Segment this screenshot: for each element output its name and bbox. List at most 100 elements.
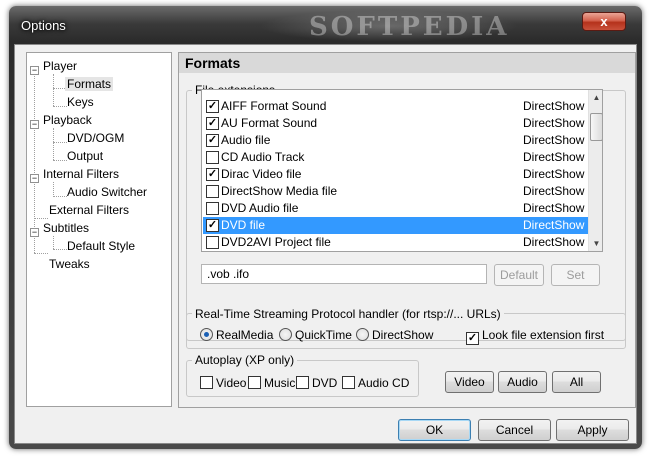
tree-connector bbox=[53, 236, 54, 249]
file-type-name: DVD2AVI Project file bbox=[221, 235, 331, 249]
tree-item-subtitles[interactable]: Subtitles bbox=[43, 220, 89, 237]
file-type-handler: DirectShow bbox=[523, 99, 585, 113]
tree-item-playback[interactable]: Playback bbox=[43, 112, 92, 129]
file-type-name: DVD Audio file bbox=[221, 201, 299, 215]
checkmark-icon[interactable]: ✓ bbox=[206, 117, 219, 130]
file-type-handler: DirectShow bbox=[523, 218, 585, 232]
file-type-handler: DirectShow bbox=[523, 184, 585, 198]
watermark: SOFTPEDIA bbox=[309, 12, 510, 42]
title-bar[interactable]: SOFTPEDIA Options x bbox=[9, 6, 642, 44]
tree-item-audio-switcher[interactable]: Audio Switcher bbox=[67, 184, 147, 201]
checkmark-icon: ✓ bbox=[466, 332, 479, 345]
file-type-handler: DirectShow bbox=[523, 167, 585, 181]
tree-item-default-style[interactable]: Default Style bbox=[67, 238, 135, 255]
file-type-handler: DirectShow bbox=[523, 235, 585, 249]
apply-button[interactable]: Apply bbox=[556, 419, 629, 441]
scroll-up-icon[interactable]: ▲ bbox=[589, 90, 602, 105]
checkbox-icon[interactable] bbox=[206, 151, 219, 164]
extensions-input[interactable]: .vob .ifo bbox=[201, 264, 487, 284]
checkbox-icon[interactable] bbox=[206, 185, 219, 198]
list-item[interactable]: DVD Audio file DirectShow bbox=[203, 200, 588, 217]
collapse-icon[interactable]: − bbox=[30, 66, 39, 75]
close-icon: x bbox=[600, 14, 608, 29]
cancel-button[interactable]: Cancel bbox=[478, 419, 551, 441]
autoplay-audiocd-checkbox[interactable]: Audio CD bbox=[342, 376, 409, 390]
set-button[interactable]: Set bbox=[551, 264, 600, 286]
ok-button[interactable]: OK bbox=[398, 419, 471, 441]
default-button[interactable]: Default bbox=[494, 264, 544, 286]
tree-item-output[interactable]: Output bbox=[67, 148, 103, 165]
collapse-icon[interactable]: − bbox=[30, 174, 39, 183]
list-item[interactable]: ✓ DVD file DirectShow bbox=[203, 217, 588, 234]
collapse-icon[interactable]: − bbox=[30, 228, 39, 237]
autoplay-dvd-checkbox[interactable]: DVD bbox=[296, 376, 337, 390]
tree-item-keys[interactable]: Keys bbox=[67, 94, 94, 111]
radio-realmedia[interactable]: RealMedia bbox=[200, 328, 273, 342]
file-type-name: DVD file bbox=[221, 218, 266, 232]
file-type-handler: DirectShow bbox=[523, 116, 585, 130]
checkbox-icon bbox=[342, 376, 355, 389]
file-type-name: AIFF Format Sound bbox=[221, 99, 327, 113]
window-title: Options bbox=[21, 18, 66, 33]
list-scrollbar[interactable]: ▲ ▼ bbox=[588, 90, 602, 251]
tree-connector bbox=[53, 196, 67, 197]
collapse-icon[interactable]: − bbox=[30, 120, 39, 129]
tree-item-dvd-ogm[interactable]: DVD/OGM bbox=[67, 130, 124, 147]
tree-connector bbox=[53, 106, 67, 107]
audio-button[interactable]: Audio bbox=[498, 371, 547, 393]
checkbox-icon[interactable] bbox=[206, 236, 219, 249]
list-item[interactable]: CD Audio Track DirectShow bbox=[203, 149, 588, 166]
tree-connector bbox=[53, 74, 54, 106]
look-extension-checkbox[interactable]: ✓ Look file extension first bbox=[466, 328, 604, 345]
file-type-handler: DirectShow bbox=[523, 150, 585, 164]
file-type-name: CD Audio Track bbox=[221, 150, 305, 164]
tree-connector bbox=[53, 249, 67, 250]
file-extensions-list[interactable]: ✓ AIFF Format Sound DirectShow ✓ AU Format S… bbox=[201, 89, 603, 252]
checkbox-icon bbox=[200, 376, 213, 389]
all-button[interactable]: All bbox=[552, 371, 601, 393]
list-item[interactable]: ✓ AU Format Sound DirectShow bbox=[203, 115, 588, 132]
checkmark-icon[interactable]: ✓ bbox=[206, 168, 219, 181]
tree-connector bbox=[34, 218, 48, 219]
tree-item-formats[interactable]: Formats bbox=[65, 76, 114, 93]
radio-directshow[interactable]: DirectShow bbox=[356, 328, 433, 342]
autoplay-video-checkbox[interactable]: Video bbox=[200, 376, 246, 390]
close-button[interactable]: x bbox=[582, 12, 626, 31]
tree-connector bbox=[53, 142, 67, 143]
file-type-name: DirectShow Media file bbox=[221, 184, 338, 198]
checkbox-icon bbox=[248, 376, 261, 389]
checkbox-icon bbox=[296, 376, 309, 389]
tree-item-external-filters[interactable]: External Filters bbox=[49, 202, 129, 219]
video-button[interactable]: Video bbox=[445, 371, 494, 393]
options-tree[interactable]: − Player Formats Keys − Playback DVD/OGM… bbox=[26, 52, 172, 407]
checkmark-icon[interactable]: ✓ bbox=[206, 134, 219, 147]
tree-connector bbox=[53, 128, 54, 160]
file-type-handler: DirectShow bbox=[523, 133, 585, 147]
file-type-name: Dirac Video file bbox=[221, 167, 302, 181]
list-item[interactable]: DirectShow Media file DirectShow bbox=[203, 183, 588, 200]
radio-quicktime[interactable]: QuickTime bbox=[279, 328, 352, 342]
checkmark-icon[interactable]: ✓ bbox=[206, 219, 219, 232]
list-item[interactable]: ✓ AIFF Format Sound DirectShow bbox=[203, 98, 588, 115]
radio-icon bbox=[200, 328, 213, 341]
tree-item-internal-filters[interactable]: Internal Filters bbox=[43, 166, 119, 183]
radio-icon bbox=[356, 328, 369, 341]
tree-item-player[interactable]: Player bbox=[43, 58, 77, 75]
file-type-name: Audio file bbox=[221, 133, 271, 147]
page-title: Formats bbox=[179, 53, 635, 73]
checkbox-icon[interactable] bbox=[206, 202, 219, 215]
radio-icon bbox=[279, 328, 292, 341]
tree-connector bbox=[53, 160, 67, 161]
checkmark-icon[interactable]: ✓ bbox=[206, 100, 219, 113]
scroll-thumb[interactable] bbox=[590, 113, 602, 141]
scroll-down-icon[interactable]: ▼ bbox=[589, 236, 602, 251]
autoplay-music-checkbox[interactable]: Music bbox=[248, 376, 295, 390]
tree-item-tweaks[interactable]: Tweaks bbox=[49, 256, 90, 273]
rtsp-label: Real-Time Streaming Protocol handler (fo… bbox=[192, 307, 504, 321]
autoplay-label: Autoplay (XP only) bbox=[192, 353, 298, 367]
list-item[interactable]: DVD2AVI Project file DirectShow bbox=[203, 234, 588, 251]
file-type-name: AU Format Sound bbox=[221, 116, 318, 130]
list-item[interactable]: ✓ Dirac Video file DirectShow bbox=[203, 166, 588, 183]
list-item[interactable]: ✓ Audio file DirectShow bbox=[203, 132, 588, 149]
tree-connector bbox=[34, 66, 35, 253]
